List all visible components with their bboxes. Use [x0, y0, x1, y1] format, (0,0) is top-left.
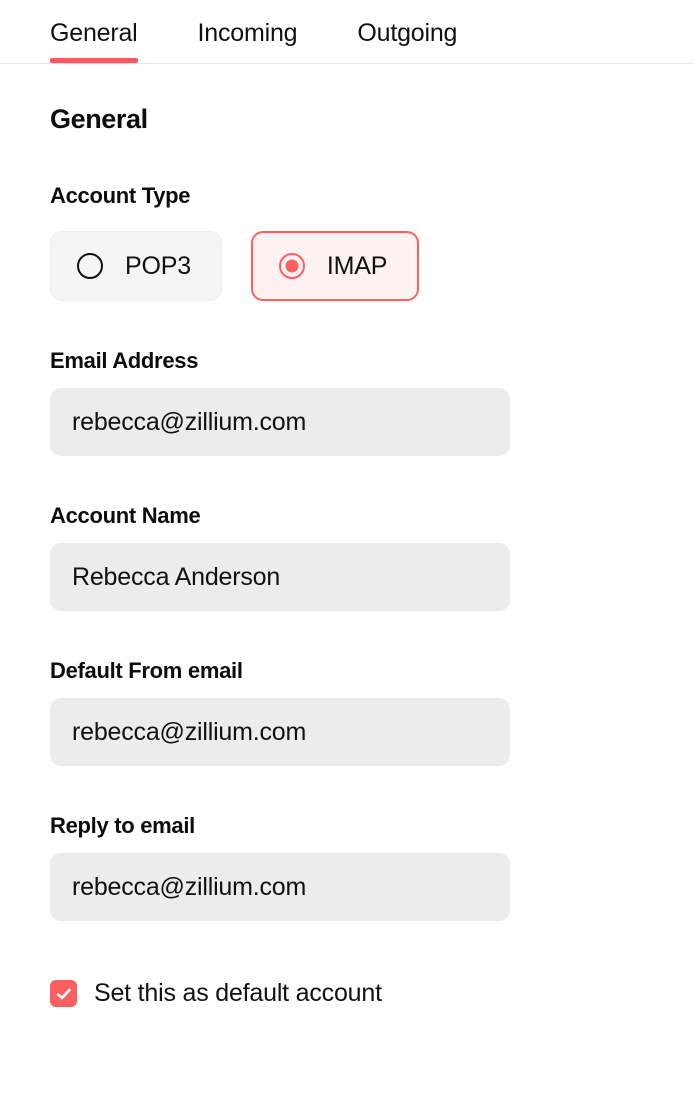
email-address-label: Email Address: [50, 348, 199, 373]
tab-active-indicator: [50, 58, 138, 63]
tab-general-label: General: [50, 19, 138, 47]
account-settings-screen: General Incoming Outgoing General Accoun…: [0, 0, 694, 1098]
email-address-input[interactable]: [50, 388, 510, 456]
default-from-email-input[interactable]: [50, 698, 510, 766]
radio-option-imap-label: IMAP: [326, 251, 388, 280]
tab-incoming-label: Incoming: [197, 19, 298, 47]
field-account-name: Account Name: [50, 503, 644, 611]
settings-content: General Account Type POP3 IMAP Email Add…: [0, 104, 694, 1008]
account-type-label: Account Type: [50, 183, 191, 208]
default-account-row[interactable]: Set this as default account: [50, 979, 644, 1008]
radio-circle-icon: [77, 253, 103, 279]
field-email-address: Email Address: [50, 348, 644, 456]
radio-circle-selected-icon: [278, 253, 305, 279]
account-type-options: POP3 IMAP: [50, 231, 644, 301]
reply-to-email-input[interactable]: [50, 853, 510, 921]
tab-incoming[interactable]: Incoming: [198, 0, 298, 63]
radio-option-imap[interactable]: IMAP: [250, 231, 420, 301]
tab-outgoing[interactable]: Outgoing: [357, 0, 457, 63]
tab-outgoing-label: Outgoing: [357, 19, 458, 47]
field-reply-to-email: Reply to email: [50, 813, 644, 921]
page-title: General: [50, 104, 148, 134]
tab-general[interactable]: General: [50, 0, 138, 63]
account-name-label: Account Name: [50, 503, 201, 528]
radio-option-pop3[interactable]: POP3: [50, 231, 222, 301]
reply-to-email-label: Reply to email: [50, 813, 195, 838]
default-account-label: Set this as default account: [94, 979, 382, 1007]
settings-tabbar: General Incoming Outgoing: [0, 0, 694, 64]
default-from-email-label: Default From email: [50, 658, 243, 683]
checkbox-checked-icon[interactable]: [50, 980, 77, 1007]
tab-list: General Incoming Outgoing: [0, 0, 694, 63]
account-name-input[interactable]: [50, 543, 510, 611]
field-default-from-email: Default From email: [50, 658, 644, 766]
radio-option-pop3-label: POP3: [125, 251, 191, 280]
